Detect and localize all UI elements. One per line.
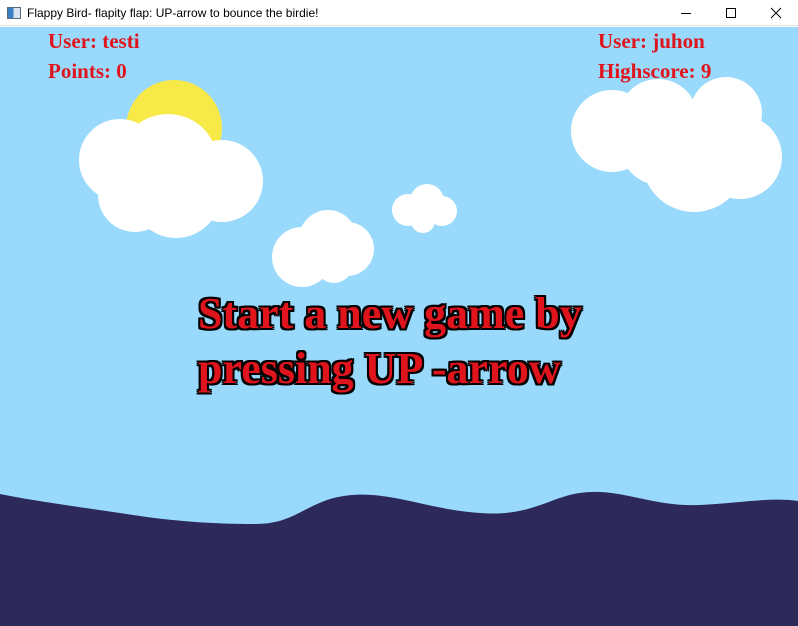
start-message-line2: pressing UP -arrow xyxy=(198,344,561,393)
points-label: Points: 0 xyxy=(48,59,127,83)
start-game-message: Start a new game by pressing UP -arrow xyxy=(198,286,718,396)
maximize-icon xyxy=(725,8,736,18)
start-message-line1: Start a new game by xyxy=(198,289,582,338)
game-canvas[interactable]: User: testi Points: 0 User: juhon Highsc… xyxy=(0,27,798,626)
best-user-label: User: juhon xyxy=(598,29,705,53)
highscore-label: Highscore: 9 xyxy=(598,59,712,83)
minimize-button[interactable] xyxy=(663,0,708,26)
maximize-button[interactable] xyxy=(708,0,753,26)
player-hud: User: testi Points: 0 xyxy=(48,27,140,86)
current-user-label: User: testi xyxy=(48,29,140,53)
window-title: Flappy Bird- flapity flap: UP-arrow to b… xyxy=(27,5,319,20)
window-titlebar: Flappy Bird- flapity flap: UP-arrow to b… xyxy=(0,0,798,26)
close-button[interactable] xyxy=(753,0,798,26)
window-controls xyxy=(663,0,798,26)
minimize-icon xyxy=(680,13,691,14)
app-icon xyxy=(7,6,21,19)
highscore-hud: User: juhon Highscore: 9 xyxy=(598,27,711,86)
close-icon xyxy=(770,7,781,19)
